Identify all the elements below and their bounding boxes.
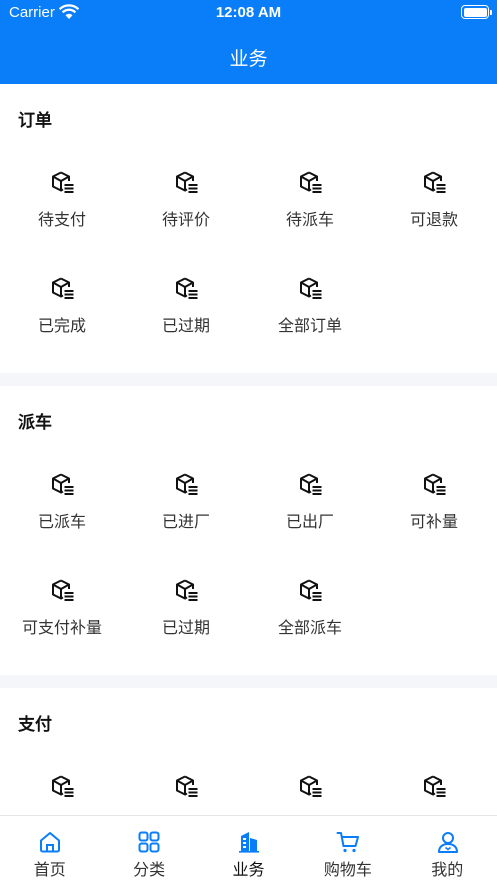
- section-title: 派车: [18, 413, 52, 432]
- order-box-icon: [300, 171, 322, 193]
- order-box-icon: [424, 473, 446, 495]
- grid-item[interactable]: 已派车: [0, 472, 124, 552]
- grid-item[interactable]: 待支付: [0, 170, 124, 250]
- order-box-icon: [176, 277, 198, 299]
- grid-item-label: 待支付: [37, 212, 86, 229]
- category-icon: [138, 831, 160, 853]
- grid-item[interactable]: 全部订单: [248, 276, 372, 356]
- order-box-icon: [424, 775, 446, 797]
- business-content[interactable]: 订单 待支付 待评价 待派车 可退款 已完成 已过期 全部订单 派车 已派车 已进厂 已出厂 可补…: [0, 84, 497, 815]
- order-box-icon: [300, 579, 322, 601]
- order-box-icon: [52, 277, 74, 299]
- grid-item[interactable]: 可支付补量: [0, 578, 124, 658]
- grid-item[interactable]: 全部派车: [248, 578, 372, 658]
- grid-item-label: 已派车: [37, 514, 86, 531]
- grid-item-label: 可退款: [409, 212, 458, 229]
- order-box-icon: [52, 473, 74, 495]
- home-icon: [40, 832, 60, 853]
- tab-label: 分类: [133, 862, 166, 879]
- order-box-icon: [52, 171, 74, 193]
- status-time: 12:08 AM: [215, 4, 282, 21]
- order-box-icon: [300, 775, 322, 797]
- battery-icon: [461, 5, 492, 19]
- grid-item-label: 可补量: [409, 514, 458, 531]
- tab-business[interactable]: 业务: [199, 816, 298, 883]
- order-box-icon: [424, 171, 446, 193]
- tab-category[interactable]: 分类: [99, 816, 198, 883]
- tab-bar: 首页 分类 业务 购物车 我的: [0, 815, 497, 883]
- section-title: 支付: [18, 715, 52, 734]
- grid-item[interactable]: 可退款: [372, 170, 496, 250]
- profile-icon: [437, 832, 458, 853]
- header: Carrier 12:08 AM 业务: [0, 0, 497, 84]
- tab-cart[interactable]: 购物车: [298, 816, 397, 883]
- cart-icon: [336, 832, 360, 853]
- order-box-icon: [176, 579, 198, 601]
- grid-item[interactable]: 授信额度: [372, 774, 496, 815]
- grid-item[interactable]: 已出厂: [248, 472, 372, 552]
- order-box-icon: [52, 579, 74, 601]
- order-box-icon: [176, 473, 198, 495]
- section-orders: 订单 待支付 待评价 待派车 可退款已完成 已过期 全部订单: [0, 84, 497, 373]
- grid-item-label: 可支付补量: [21, 620, 102, 637]
- grid-item-label: 已出厂: [285, 514, 334, 531]
- grid-item-label: 已进厂: [161, 514, 210, 531]
- page-title: 业务: [229, 49, 268, 70]
- grid-item[interactable]: 账付通钱包: [124, 774, 248, 815]
- order-box-icon: [300, 473, 322, 495]
- grid-item-label: 已过期: [161, 620, 210, 637]
- tab-label: 业务: [232, 862, 265, 879]
- section-title: 订单: [18, 111, 52, 130]
- business-icon: [238, 832, 259, 853]
- tab-label: 购物车: [323, 862, 372, 879]
- order-box-icon: [300, 277, 322, 299]
- tab-home[interactable]: 首页: [0, 816, 99, 883]
- tab-label: 首页: [33, 862, 66, 879]
- grid-item[interactable]: 已完成: [0, 276, 124, 356]
- grid-item[interactable]: 已过期: [124, 276, 248, 356]
- section-payment: 支付 现金钱包账付通钱包票据钱包授信额度: [0, 688, 497, 815]
- grid-item-label: 已完成: [37, 318, 86, 335]
- grid-item-label: 待派车: [285, 212, 334, 229]
- grid-item[interactable]: 待评价: [124, 170, 248, 250]
- grid-item[interactable]: 票据钱包: [248, 774, 372, 815]
- grid-item-label: 待评价: [161, 212, 210, 229]
- grid-item[interactable]: 待派车: [248, 170, 372, 250]
- status-bar: Carrier 12:08 AM: [0, 0, 497, 26]
- tab-label: 我的: [431, 862, 464, 879]
- grid-item[interactable]: 已进厂: [124, 472, 248, 552]
- order-box-icon: [52, 775, 74, 797]
- order-box-icon: [176, 171, 198, 193]
- order-box-icon: [176, 775, 198, 797]
- section-dispatch: 派车 已派车 已进厂 已出厂 可补量可支付补量 已过期 全部派车: [0, 386, 497, 675]
- grid-item-label: 全部派车: [277, 620, 342, 637]
- grid-item[interactable]: 现金钱包: [0, 774, 124, 815]
- grid-item[interactable]: 可补量: [372, 472, 496, 552]
- grid-item-label: 全部订单: [277, 318, 342, 335]
- grid-item[interactable]: 已过期: [124, 578, 248, 658]
- grid-item-label: 已过期: [161, 318, 210, 335]
- tab-profile[interactable]: 我的: [398, 816, 497, 883]
